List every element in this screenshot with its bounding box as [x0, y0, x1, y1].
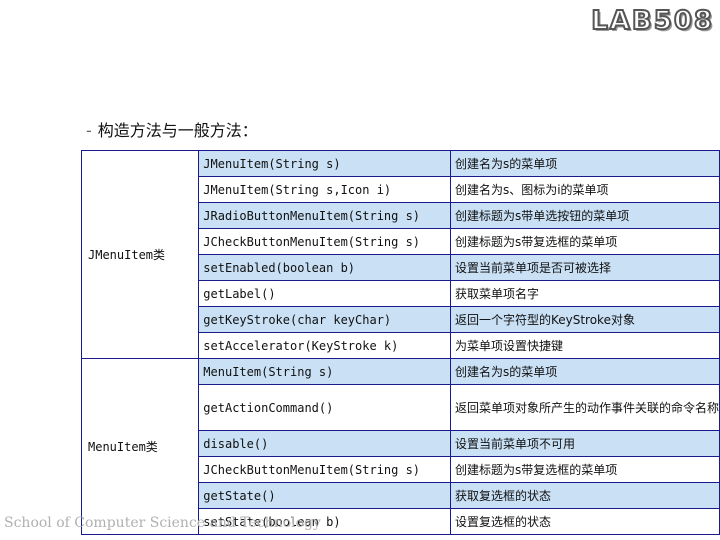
method-cell: getKeyStroke(char keyChar) — [198, 306, 451, 333]
method-cell: disable() — [198, 430, 451, 457]
description-cell: 设置当前菜单项是否可被选择 — [449, 254, 720, 281]
heading-text: 构造方法与一般方法： — [97, 121, 258, 140]
description-cell: 创建标题为s带复选框的菜单项 — [449, 456, 720, 483]
description-cell: 创建名为s的菜单项 — [449, 358, 720, 385]
description-cell: 创建名为s、图标为i的菜单项 — [449, 176, 720, 203]
description-cell: 获取菜单项名字 — [449, 280, 720, 307]
description-cell: 为菜单项设置快捷键 — [449, 332, 720, 359]
description-cell: 创建标题为s带复选框的菜单项 — [449, 228, 720, 255]
method-cell: getActionCommand() — [198, 384, 451, 431]
description-cell: 设置复选框的状态 — [449, 508, 720, 535]
method-cell: MenuItem(String s) — [198, 358, 451, 385]
description-cell: 设置当前菜单项不可用 — [449, 430, 720, 457]
section-heading: - 构造方法与一般方法： — [86, 117, 258, 141]
method-cell: setAccelerator(KeyStroke k) — [198, 332, 451, 359]
bullet-dash: - — [86, 121, 92, 140]
method-cell: getLabel() — [198, 280, 451, 307]
method-cell: JMenuItem(String s) — [198, 150, 451, 177]
method-cell: getState() — [198, 482, 451, 509]
description-cell: 创建标题为s带单选按钮的菜单项 — [449, 202, 720, 229]
method-cell: setEnabled(boolean b) — [198, 254, 451, 281]
description-cell: 创建名为s的菜单项 — [449, 150, 720, 177]
description-cell: 返回菜单项对象所产生的动作事件关联的命令名称 — [449, 384, 720, 431]
lab-logo: LAB508 — [590, 5, 714, 37]
method-cell: JMenuItem(String s,Icon i) — [198, 176, 451, 203]
table-row: JMenuItem类 JMenuItem(String s) 创建名为s的菜单项 — [80, 150, 720, 359]
method-cell: JRadioButtonMenuItem(String s) — [198, 202, 451, 229]
description-cell: 返回一个字符型的KeyStroke对象 — [449, 306, 720, 333]
group-label-jmenuitem: JMenuItem类 — [80, 150, 200, 359]
method-cell: JCheckButtonMenuItem(String s) — [198, 456, 451, 483]
method-cell: JCheckButtonMenuItem(String s) — [198, 228, 451, 255]
group-label-menuitem: MenuItem类 — [80, 358, 200, 535]
footer-text: School of Computer Science and Technolog… — [4, 515, 321, 531]
table-row: MenuItem类 MenuItem(String s) 创建名为s的菜单项 — [80, 358, 720, 535]
methods-table: JMenuItem类 JMenuItem(String s) 创建名为s的菜单项… — [80, 150, 720, 535]
description-cell: 获取复选框的状态 — [449, 482, 720, 509]
